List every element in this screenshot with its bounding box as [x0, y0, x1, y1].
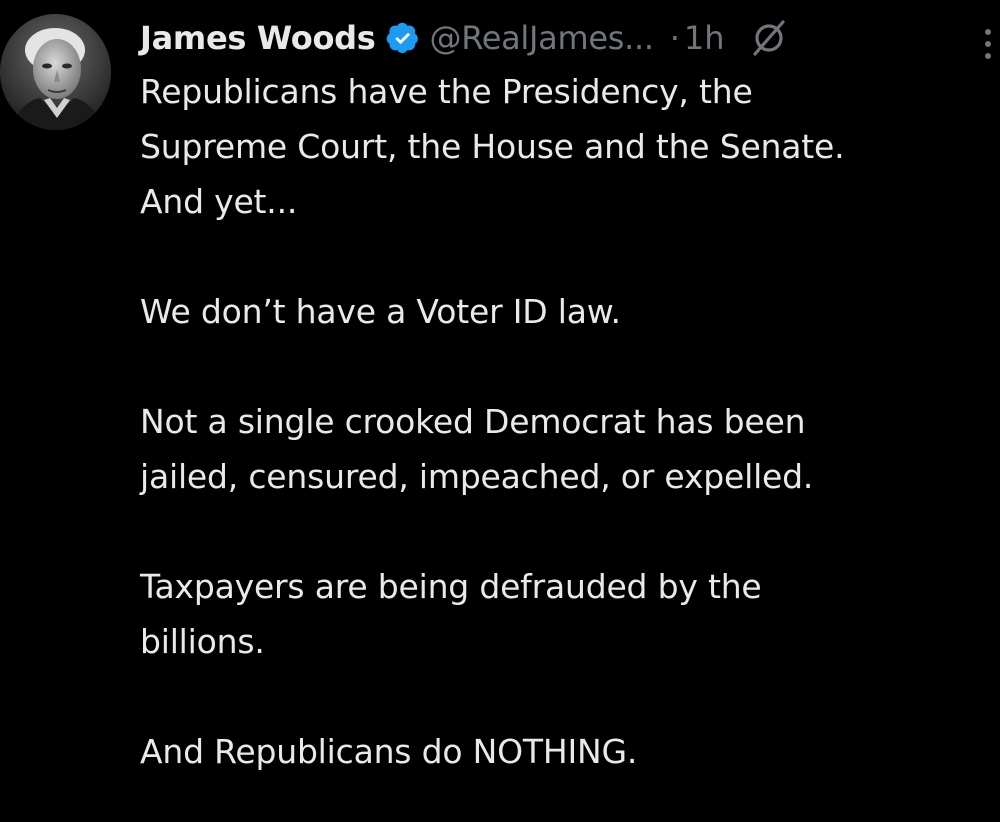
tweet-paragraph: And Republicans do NOTHING. — [140, 724, 980, 779]
tweet-line: jailed, censured, impeached, or expelled… — [140, 457, 814, 496]
tweet-line: We don’t have a Voter ID law. — [140, 292, 621, 331]
tweet-paragraph: Republicans have the Presidency, the Sup… — [140, 64, 980, 229]
header-separator: · — [669, 19, 680, 57]
more-options-icon[interactable] — [960, 22, 1000, 62]
tweet-line: Republicans have the Presidency, the — [140, 72, 753, 111]
author-display-name[interactable]: James Woods — [140, 19, 376, 57]
tweet-timestamp[interactable]: 1h — [684, 19, 725, 57]
avatar-photo — [0, 14, 111, 130]
tweet-paragraph: We don’t have a Voter ID law. — [140, 284, 980, 339]
tweet-paragraph: Not a single crooked Democrat has been j… — [140, 394, 980, 504]
tweet-line: Supreme Court, the House and the Senate. — [140, 127, 845, 166]
grok-icon[interactable] — [749, 18, 789, 58]
tweet-line: billions. — [140, 622, 265, 661]
tweet-line: Not a single crooked Democrat has been — [140, 402, 806, 441]
tweet-header: James Woods @RealJames... · 1h — [140, 14, 789, 62]
tweet-paragraph: Taxpayers are being defrauded by the bil… — [140, 559, 980, 669]
verified-badge-icon[interactable] — [386, 21, 420, 55]
tweet[interactable]: James Woods @RealJames... · 1h Republica… — [0, 0, 1000, 822]
tweet-line: And Republicans do NOTHING. — [140, 732, 638, 771]
author-handle[interactable]: @RealJames... — [430, 19, 654, 57]
tweet-line: And yet... — [140, 182, 298, 221]
tweet-text: Republicans have the Presidency, the Sup… — [140, 64, 980, 779]
tweet-line: Taxpayers are being defrauded by the — [140, 567, 762, 606]
avatar[interactable] — [0, 14, 111, 130]
